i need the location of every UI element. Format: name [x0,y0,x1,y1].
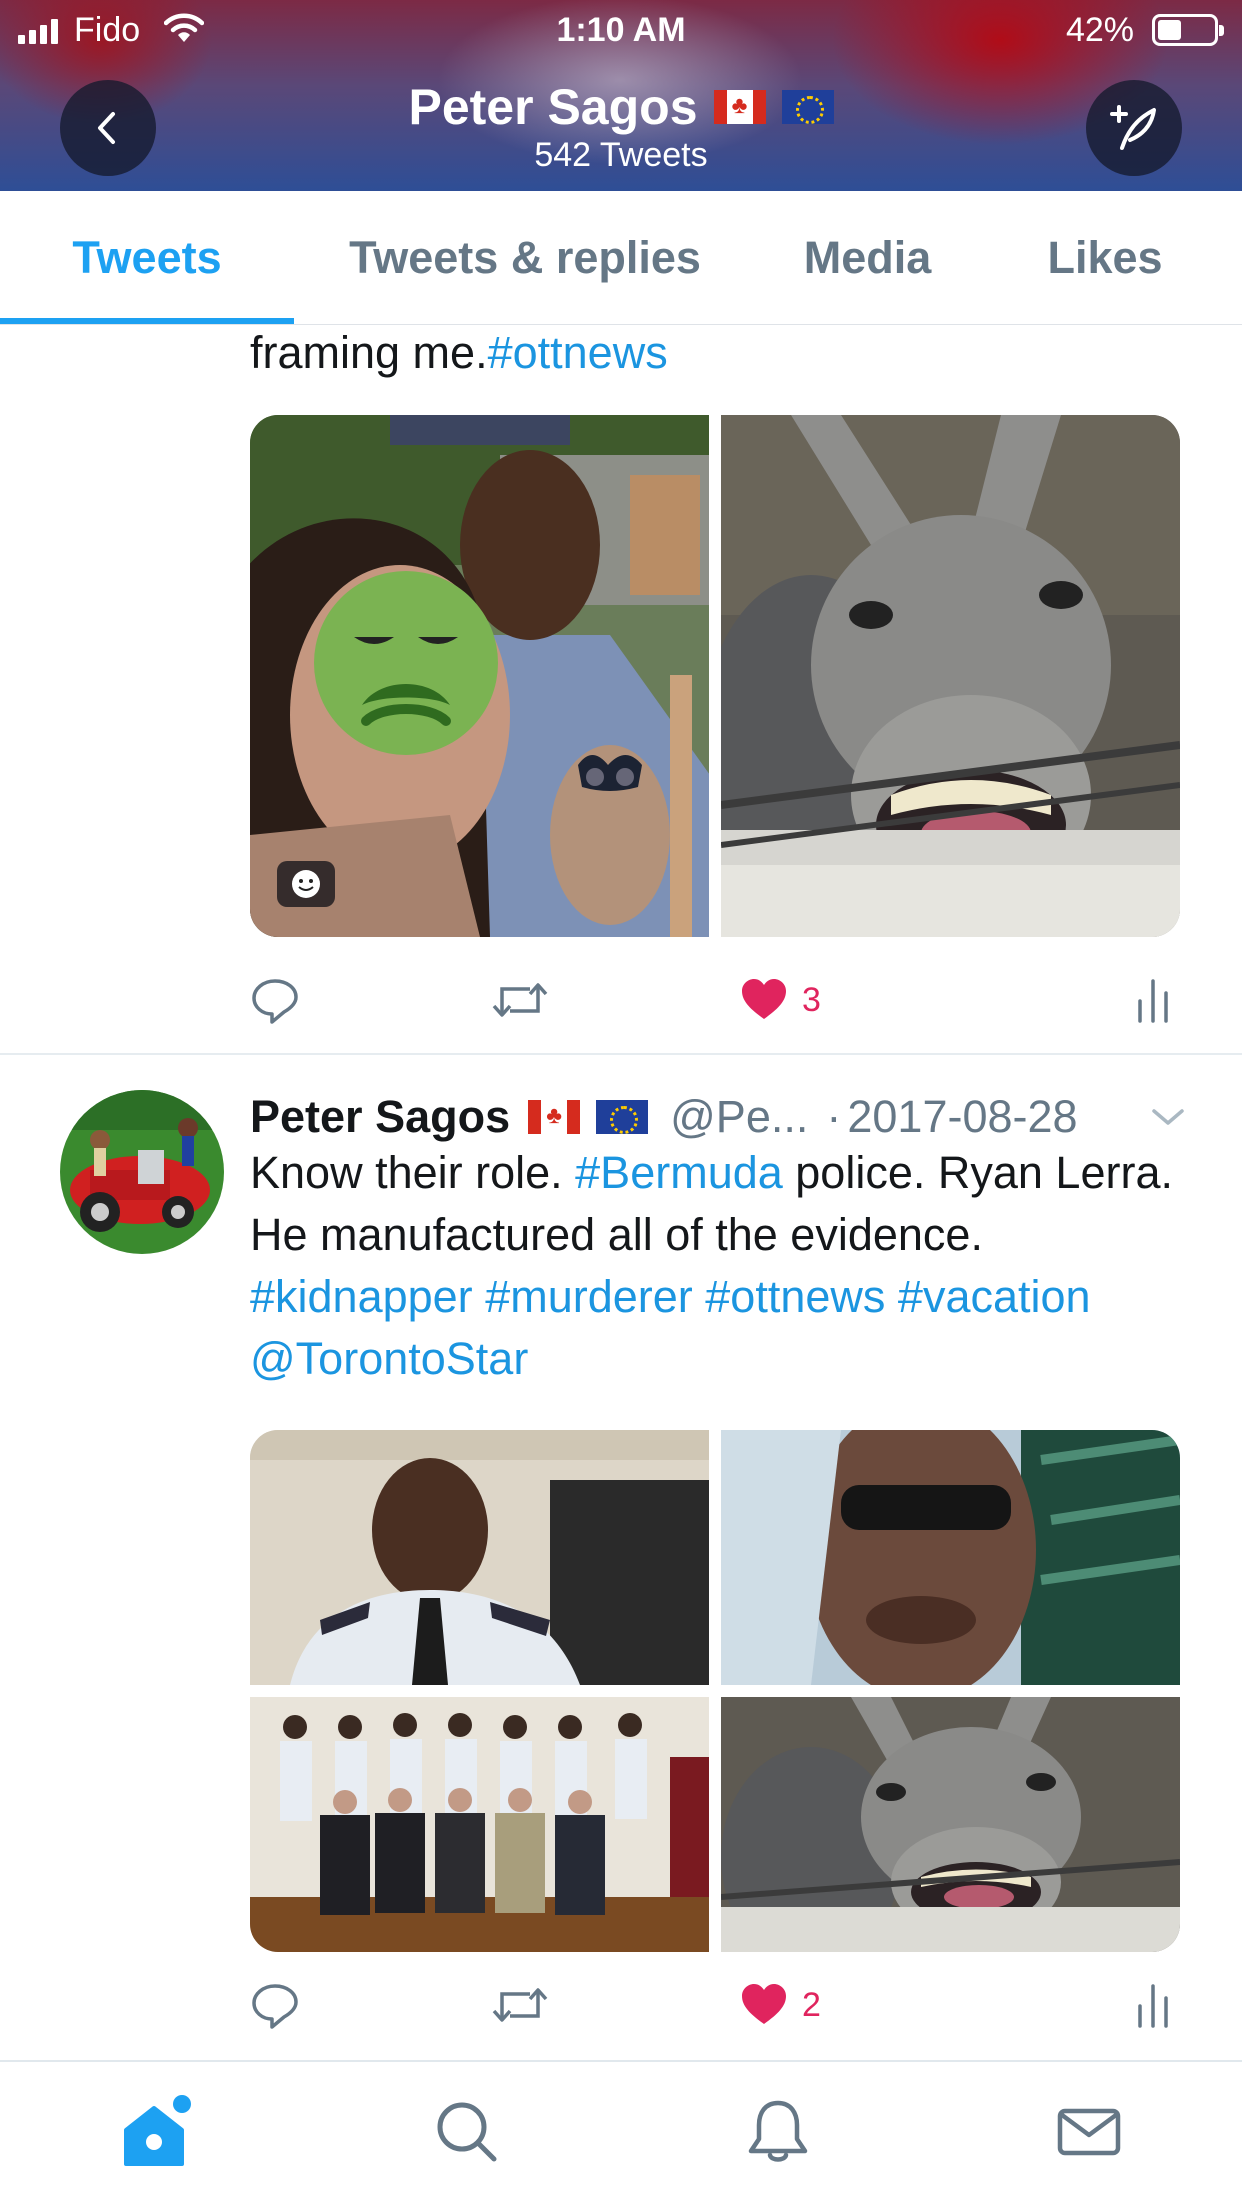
search-icon [437,2102,497,2162]
profile-tabs: Tweets Tweets & replies Media Likes [0,191,1242,325]
like-count: 3 [802,980,821,1019]
tweet-text: framing me.#ottnews [250,327,668,378]
hashtag-link[interactable]: #kidnapper [250,1271,473,1322]
battery-icon [1152,14,1224,46]
mention-link[interactable]: @TorontoStar [250,1333,528,1384]
heart-icon [742,1984,786,2024]
battery-percent: 42% [1065,11,1134,49]
heart-icon [742,979,786,1019]
like-count: 2 [802,1985,821,2024]
tweet-divider [0,1053,1242,1055]
tab-tweets-and-replies[interactable]: Tweets & replies [310,191,740,325]
couple-with-tarsier-photo[interactable] [250,415,709,937]
tab-notifications[interactable] [718,2082,838,2182]
tweet-media[interactable] [250,1430,1180,1952]
active-tab-indicator [0,318,294,324]
avatar[interactable] [60,1090,224,1254]
tweet-menu-button[interactable] [1150,1105,1186,1134]
status-bar: Fido 1:10 AM 42% [0,0,1242,62]
hashtag-link[interactable]: #ottnews [488,327,668,378]
reply-button[interactable] [250,970,300,1030]
hashtag-link[interactable]: #ottnews [705,1271,885,1322]
eu-flag-icon [596,1100,649,1134]
police-group-photo[interactable] [250,1697,709,1952]
tab-search[interactable] [407,2082,527,2182]
tab-messages[interactable] [1029,2082,1149,2182]
canada-flag-icon [528,1100,581,1134]
tab-media[interactable]: Media [760,191,975,325]
tab-tweets[interactable]: Tweets [0,191,294,325]
tab-likes[interactable]: Likes [995,191,1215,325]
tweet-media[interactable] [250,415,1180,937]
police-officer-photo[interactable] [250,1430,709,1685]
man-in-sunglasses-photo[interactable] [721,1430,1180,1685]
tweet-feed[interactable]: framing me.#ottnews 3 Peter Sagos ♣ @Pe.… [0,325,1242,2060]
author-handle[interactable]: @Pe... [670,1091,808,1143]
author-name[interactable]: Peter Sagos [250,1091,510,1143]
profile-title: Peter Sagos [0,78,1242,136]
reply-icon [252,1984,298,2029]
compose-tweet-icon [1110,105,1156,150]
tweet-count: 542 Tweets [534,136,708,174]
reply-icon [252,979,298,1024]
analytics-icon [1138,1984,1168,2028]
hashtag-link[interactable]: #murderer [485,1271,693,1322]
hashtag-link[interactable]: #Bermuda [575,1147,783,1198]
hashtag-link[interactable]: #vacation [898,1271,1091,1322]
donkey-photo[interactable] [721,1697,1180,1952]
tweet-text: Know their role. #Bermuda police. Ryan L… [250,1147,1173,1384]
profile-header: Fido 1:10 AM 42% Peter Sagos 542 Tweets [0,0,1242,191]
separator-dot: · [826,1091,842,1142]
status-time: 1:10 AM [556,11,686,49]
bottom-tab-bar [0,2060,1242,2208]
retweet-button[interactable] [490,970,550,1030]
tweet-actions: 3 [250,970,1170,1030]
profile-name: Peter Sagos [408,79,698,135]
messages-icon [1057,2108,1121,2156]
eu-flag-icon [781,90,834,124]
analytics-button[interactable] [1135,1975,1171,2035]
compose-button[interactable] [1086,80,1182,176]
tweet-author-line: Peter Sagos @Pe... · 2017-08-28 [250,1085,1078,1149]
home-icon [124,2095,191,2166]
tweet-date[interactable]: 2017-08-28 [847,1091,1077,1143]
reply-button[interactable] [250,1975,300,2035]
retweet-button[interactable] [490,1975,550,2035]
donkey-photo[interactable] [721,415,1180,937]
tab-home[interactable] [96,2082,216,2182]
canada-flag-icon [713,90,766,124]
retweet-icon [492,983,548,1017]
like-button[interactable]: 3 [740,970,821,1030]
analytics-button[interactable] [1135,970,1171,1030]
retweet-icon [492,1988,548,2022]
tweet-actions: 2 [250,1975,1170,2035]
analytics-icon [1138,979,1168,1023]
chevron-down-icon [1152,1109,1184,1125]
like-button[interactable]: 2 [740,1975,821,2035]
notifications-icon [748,2100,808,2162]
